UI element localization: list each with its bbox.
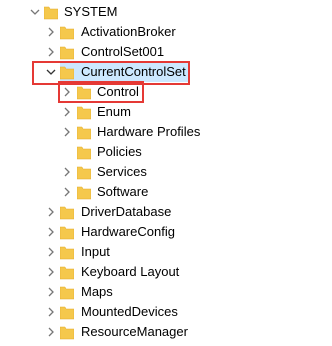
chevron-right-icon[interactable]	[46, 262, 56, 282]
tree-item-activationbroker[interactable]: ActivationBroker	[0, 22, 200, 42]
folder-icon	[76, 164, 92, 180]
tree-item-label: Input	[81, 244, 110, 259]
folder-icon	[76, 144, 92, 160]
tree-item-system[interactable]: SYSTEM	[0, 2, 200, 22]
tree-item-label: MountedDevices	[81, 304, 178, 319]
chevron-right-icon[interactable]	[46, 242, 56, 262]
tree-item-label: Keyboard Layout	[81, 264, 180, 279]
folder-icon	[59, 284, 75, 300]
folder-icon	[59, 204, 75, 220]
chevron-right-icon[interactable]	[46, 302, 56, 322]
folder-icon	[59, 24, 75, 40]
folder-icon	[76, 184, 92, 200]
chevron-right-icon[interactable]	[46, 282, 56, 302]
tree-item-enum[interactable]: Enum	[0, 102, 200, 122]
registry-tree: SYSTEM ActivationBroker ControlSet001 Cu…	[0, 0, 332, 340]
chevron-right-icon[interactable]	[62, 182, 72, 202]
tree-item-label: Policies	[97, 144, 142, 159]
tree-item-keyboard-layout[interactable]: Keyboard Layout	[0, 262, 200, 282]
tree-item-input[interactable]: Input	[0, 242, 200, 262]
tree-item-mounteddevices[interactable]: MountedDevices	[0, 302, 200, 322]
tree-item-services[interactable]: Services	[0, 162, 200, 182]
folder-icon	[43, 4, 59, 20]
chevron-right-icon[interactable]	[46, 22, 56, 42]
chevron-right-icon[interactable]	[62, 82, 72, 102]
tree-item-label: Services	[97, 164, 147, 179]
chevron-right-icon[interactable]	[62, 122, 72, 142]
tree-item-label: Software	[97, 184, 149, 199]
tree-item-label: SYSTEM	[64, 4, 118, 19]
tree-item-policies[interactable]: Policies	[0, 142, 200, 162]
chevron-down-icon[interactable]	[46, 62, 56, 82]
tree-item-software[interactable]: Software	[0, 182, 200, 202]
tree-item-label: CurrentControlSet	[81, 64, 186, 79]
folder-icon	[59, 64, 75, 80]
tree-item-label: ResourceManager	[81, 324, 188, 339]
tree-item-label: ActivationBroker	[81, 24, 176, 39]
tree-item-driverdatabase[interactable]: DriverDatabase	[0, 202, 200, 222]
chevron-right-icon[interactable]	[46, 222, 56, 242]
tree-item-label: HardwareConfig	[81, 224, 175, 239]
tree-item-maps[interactable]: Maps	[0, 282, 200, 302]
folder-icon	[59, 324, 75, 340]
tree-item-label: Maps	[81, 284, 113, 299]
chevron-down-icon[interactable]	[30, 2, 40, 22]
folder-icon	[76, 84, 92, 100]
folder-icon	[59, 224, 75, 240]
tree-item-label: Hardware Profiles	[97, 124, 201, 139]
folder-icon	[59, 244, 75, 260]
tree-item-controlset001[interactable]: ControlSet001	[0, 42, 200, 62]
tree-item-hardwareconfig[interactable]: HardwareConfig	[0, 222, 200, 242]
tree-item-label: DriverDatabase	[81, 204, 172, 219]
folder-icon	[59, 264, 75, 280]
folder-icon	[59, 304, 75, 320]
tree-item-hardware-profiles[interactable]: Hardware Profiles	[0, 122, 220, 142]
chevron-right-icon[interactable]	[62, 102, 72, 122]
chevron-right-icon[interactable]	[46, 322, 56, 342]
chevron-right-icon[interactable]	[62, 162, 72, 182]
folder-icon	[76, 124, 92, 140]
tree-item-label: ControlSet001	[81, 44, 165, 59]
tree-item-control[interactable]: Control	[0, 82, 200, 102]
tree-item-label: Enum	[97, 104, 131, 119]
tree-item-label: Control	[97, 84, 139, 99]
tree-item-resourcemanager[interactable]: ResourceManager	[0, 322, 200, 342]
chevron-right-icon[interactable]	[46, 42, 56, 62]
folder-icon	[76, 104, 92, 120]
folder-icon	[59, 44, 75, 60]
tree-item-currentcontrolset[interactable]: CurrentControlSet	[0, 62, 200, 82]
chevron-right-icon[interactable]	[46, 202, 56, 222]
